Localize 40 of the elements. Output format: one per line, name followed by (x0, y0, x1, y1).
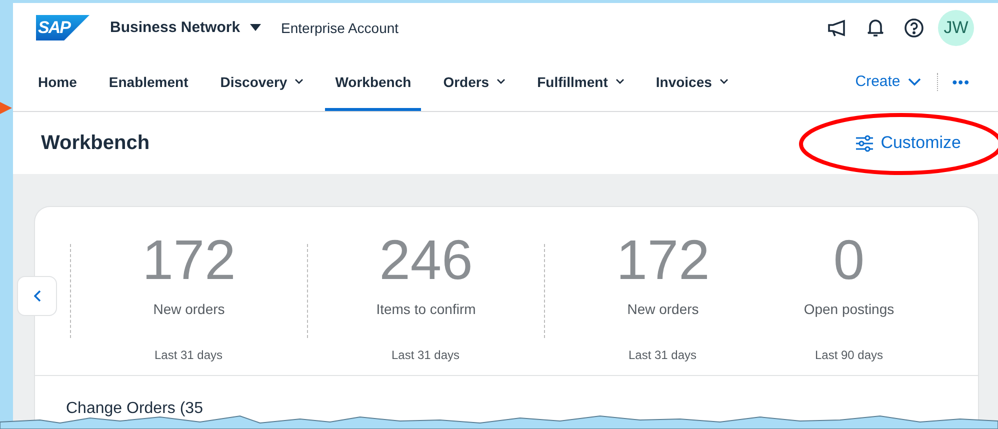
chevron-down-icon (720, 79, 728, 84)
customize-button[interactable]: Customize (854, 133, 961, 153)
chevron-down-icon (295, 79, 304, 84)
chevron-down-icon (497, 79, 506, 84)
nav-tab[interactable]: Workbench (325, 52, 422, 111)
kpi-period: Last 31 days (628, 348, 697, 362)
nav-tab[interactable]: Enablement (98, 52, 198, 111)
product-name[interactable]: Business Network (110, 19, 240, 36)
nav-tab[interactable]: Orders (433, 52, 516, 111)
nav-tab[interactable]: Invoices (646, 52, 738, 111)
section-title: Change Orders (35 (66, 400, 203, 417)
kpi-label: New orders (153, 301, 225, 317)
nav-tab[interactable]: Fulfillment (527, 52, 634, 111)
kpi-value[interactable]: 0 (833, 232, 865, 288)
caret-icon[interactable] (250, 24, 262, 31)
create-button[interactable]: Create (855, 52, 922, 111)
bell-icon[interactable] (867, 18, 884, 37)
kpi-value[interactable]: 172 (142, 232, 236, 288)
nav-tab[interactable]: Home (28, 52, 87, 111)
kpi-label: New orders (627, 301, 699, 317)
chevron-down-icon (908, 78, 922, 86)
chevron-left-icon (34, 290, 40, 302)
kpi-value[interactable]: 246 (379, 232, 473, 288)
nav-tab[interactable]: Discovery (210, 52, 314, 111)
sliders-icon (854, 134, 874, 152)
sap-logo[interactable]: SAP (36, 14, 90, 40)
more-button[interactable]: ••• (952, 52, 970, 111)
help-icon[interactable] (904, 18, 924, 38)
chevron-down-icon (616, 79, 624, 84)
kpi-label: Open postings (804, 301, 894, 317)
user-avatar[interactable]: JW (938, 10, 974, 46)
kpi-period: Last 90 days (814, 348, 884, 362)
kpi-period: Last 31 days (391, 348, 460, 362)
account-type: Enterprise Account (281, 20, 399, 36)
kpi-period: Last 31 days (154, 348, 223, 362)
page-title: Workbench (41, 132, 151, 154)
kpi-value[interactable]: 172 (616, 232, 710, 288)
megaphone-icon[interactable] (827, 18, 847, 36)
kpi-label: Items to confirm (376, 301, 476, 317)
arrow-pointer-icon (0, 100, 12, 116)
